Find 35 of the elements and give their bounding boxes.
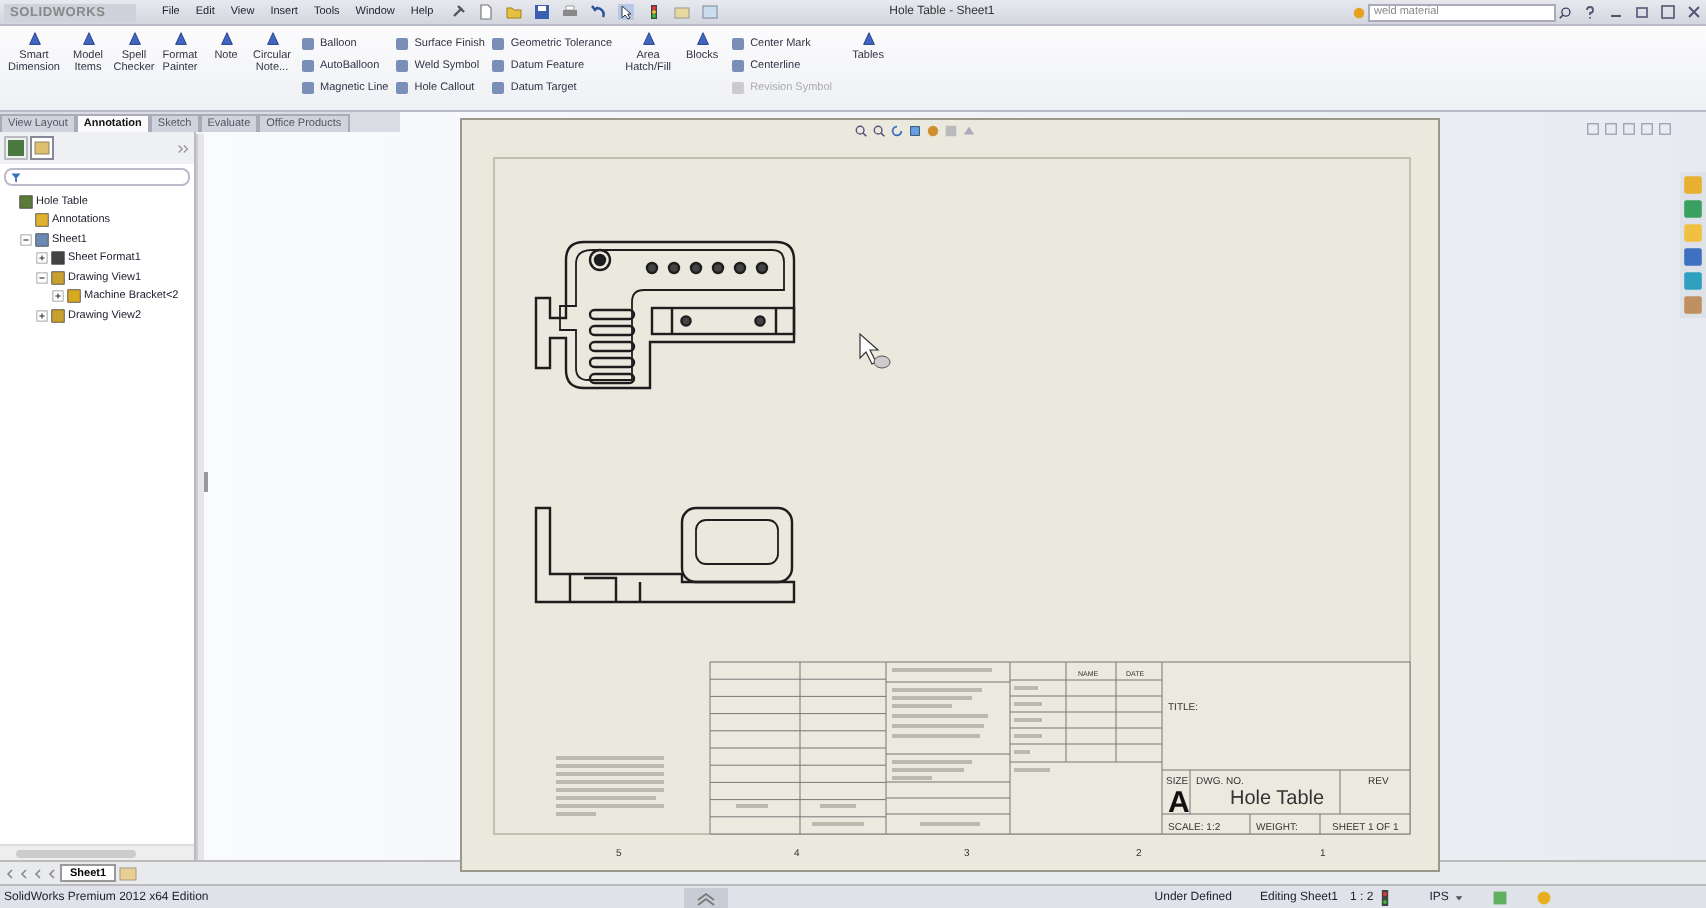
properties-tab-icon[interactable] xyxy=(30,136,54,160)
filter-icon xyxy=(10,171,22,183)
undo-icon[interactable] xyxy=(589,4,606,20)
maximize-icon[interactable] xyxy=(1660,4,1676,20)
cursor-icon[interactable] xyxy=(617,4,634,20)
rotate-icon[interactable] xyxy=(890,124,904,138)
expand-icon[interactable] xyxy=(36,309,48,322)
expand-icon[interactable] xyxy=(52,290,64,303)
task-pane-tab[interactable] xyxy=(1682,246,1704,268)
document-icon[interactable] xyxy=(477,4,494,20)
task-pane-tab[interactable] xyxy=(1682,294,1704,316)
expand-icon[interactable] xyxy=(36,252,48,265)
traffic-light-icon xyxy=(1379,889,1390,905)
close-icon[interactable] xyxy=(1686,4,1702,20)
pointer-icon xyxy=(859,332,891,369)
collapse-icon[interactable] xyxy=(20,233,32,246)
horizontal-scrollbar[interactable] xyxy=(0,844,194,860)
collapse-handle[interactable] xyxy=(204,472,208,492)
filter-field[interactable] xyxy=(4,168,190,186)
task-pane-tab[interactable] xyxy=(1682,198,1704,220)
print-icon[interactable] xyxy=(561,4,578,20)
save-icon[interactable] xyxy=(533,4,550,20)
zoom-icon[interactable] xyxy=(872,124,886,138)
zoom-icon[interactable] xyxy=(854,124,868,138)
chevron-up-icon[interactable] xyxy=(684,887,729,907)
task-pane-tab[interactable] xyxy=(1682,270,1704,292)
traffic-light-icon[interactable] xyxy=(645,4,662,20)
search-icon[interactable] xyxy=(1558,5,1572,19)
drawing-number: Hole Table xyxy=(1230,788,1325,810)
add-sheet-icon[interactable] xyxy=(118,865,139,881)
restore-icon[interactable] xyxy=(1634,4,1650,20)
expand-arrows-icon[interactable] xyxy=(176,141,190,155)
collapse-icon[interactable] xyxy=(36,271,48,284)
feature-tree-tab-icon[interactable] xyxy=(4,136,28,160)
sheet-size: A xyxy=(1168,786,1190,820)
